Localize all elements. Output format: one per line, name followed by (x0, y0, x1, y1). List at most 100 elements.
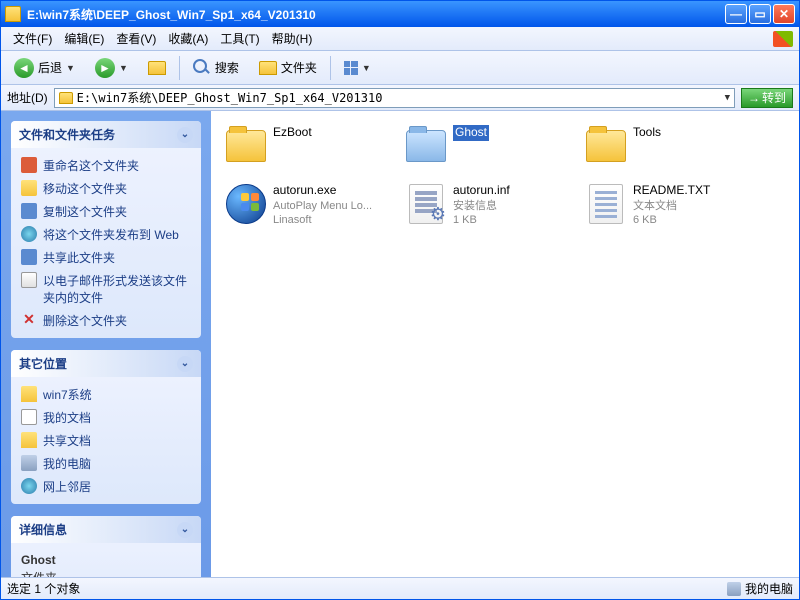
item-sub: Linasoft (273, 213, 372, 227)
place-parent[interactable]: win7系统 (21, 383, 191, 406)
menu-view[interactable]: 查看(V) (110, 28, 162, 49)
minimize-button[interactable]: — (725, 4, 747, 24)
menu-file[interactable]: 文件(F) (7, 28, 58, 49)
panel-title: 文件和文件夹任务 (19, 126, 115, 143)
documents-icon (21, 409, 37, 425)
task-move[interactable]: 移动这个文件夹 (21, 177, 191, 200)
rename-icon (21, 157, 37, 173)
place-label: 我的电脑 (43, 455, 91, 472)
chevron-down-icon: ▼ (119, 63, 128, 73)
task-publish-web[interactable]: 将这个文件夹发布到 Web (21, 223, 191, 246)
task-label: 将这个文件夹发布到 Web (43, 226, 179, 243)
place-label: 我的文档 (43, 409, 91, 426)
tasks-panel-header[interactable]: 文件和文件夹任务 ⌄ (11, 121, 201, 148)
detail-name: Ghost (21, 551, 191, 569)
back-label: 后退 (38, 59, 62, 76)
separator (179, 56, 180, 80)
place-network[interactable]: 网上邻居 (21, 475, 191, 498)
file-item[interactable]: EzBoot (223, 123, 403, 181)
file-item[interactable]: Ghost (403, 123, 583, 181)
menu-help[interactable]: 帮助(H) (266, 28, 319, 49)
exe-icon (225, 183, 267, 225)
chevron-down-icon: ▼ (66, 63, 75, 73)
file-item[interactable]: README.TXT文本文档6 KB (583, 181, 763, 239)
address-label: 地址(D) (7, 89, 48, 106)
sidebar: 文件和文件夹任务 ⌄ 重命名这个文件夹 移动这个文件夹 复制这个文件夹 将这个文… (1, 111, 211, 577)
details-panel-header[interactable]: 详细信息 ⌄ (11, 516, 201, 543)
item-sub: AutoPlay Menu Lo... (273, 199, 372, 213)
item-text: README.TXT文本文档6 KB (633, 183, 710, 227)
item-name: README.TXT (633, 183, 710, 199)
search-icon (193, 59, 211, 77)
folder-icon (21, 432, 37, 448)
text-file-icon (585, 183, 627, 225)
menu-edit[interactable]: 编辑(E) (58, 28, 110, 49)
collapse-icon: ⌄ (177, 356, 193, 372)
forward-button[interactable]: ► ▼ (88, 54, 135, 82)
computer-icon (21, 455, 37, 471)
search-label: 搜索 (215, 59, 239, 76)
network-icon (21, 478, 37, 494)
mail-icon (21, 272, 37, 288)
back-button[interactable]: ◄ 后退 ▼ (7, 54, 82, 82)
back-icon: ◄ (14, 58, 34, 78)
search-button[interactable]: 搜索 (186, 55, 246, 81)
forward-icon: ► (95, 58, 115, 78)
maximize-button[interactable]: ▭ (749, 4, 771, 24)
folder-up-icon (148, 61, 166, 75)
place-label: 网上邻居 (43, 478, 91, 495)
address-input[interactable]: E:\win7系统\DEEP_Ghost_Win7_Sp1_x64_V20131… (54, 88, 735, 108)
task-label: 以电子邮件形式发送该文件夹内的文件 (43, 272, 191, 306)
task-rename[interactable]: 重命名这个文件夹 (21, 154, 191, 177)
item-sub: 文本文档 (633, 199, 710, 213)
item-name: EzBoot (273, 125, 312, 141)
up-button[interactable] (141, 57, 173, 79)
collapse-icon: ⌄ (177, 522, 193, 538)
file-item[interactable]: autorun.exeAutoPlay Menu Lo...Linasoft (223, 181, 403, 239)
task-email[interactable]: 以电子邮件形式发送该文件夹内的文件 (21, 269, 191, 309)
separator (330, 56, 331, 80)
place-mydocs[interactable]: 我的文档 (21, 406, 191, 429)
folders-button[interactable]: 文件夹 (252, 55, 324, 80)
file-view[interactable]: EzBoot Ghost Tools autorun.exeAutoPlay Menu… (211, 111, 799, 577)
settings-file-icon (405, 183, 447, 225)
address-bar: 地址(D) E:\win7系统\DEEP_Ghost_Win7_Sp1_x64_… (1, 85, 799, 111)
panel-title: 详细信息 (19, 521, 67, 538)
panel-title: 其它位置 (19, 355, 67, 372)
item-text: Ghost (453, 125, 489, 141)
place-mycomputer[interactable]: 我的电脑 (21, 452, 191, 475)
item-name: autorun.inf (453, 183, 510, 199)
places-panel-header[interactable]: 其它位置 ⌄ (11, 350, 201, 377)
chevron-down-icon[interactable]: ▼ (725, 93, 730, 103)
file-item[interactable]: autorun.inf安装信息1 KB (403, 181, 583, 239)
menu-tools[interactable]: 工具(T) (214, 28, 265, 49)
folder-icon (59, 92, 73, 104)
file-item[interactable]: Tools (583, 123, 763, 181)
window-title: E:\win7系统\DEEP_Ghost_Win7_Sp1_x64_V20131… (27, 6, 725, 23)
titlebar[interactable]: E:\win7系统\DEEP_Ghost_Win7_Sp1_x64_V20131… (1, 1, 799, 27)
computer-icon (727, 582, 741, 596)
task-copy[interactable]: 复制这个文件夹 (21, 200, 191, 223)
toolbar: ◄ 后退 ▼ ► ▼ 搜索 文件夹 ▼ (1, 51, 799, 85)
item-text: autorun.inf安装信息1 KB (453, 183, 510, 227)
item-sub: 6 KB (633, 213, 710, 227)
details-panel: 详细信息 ⌄ Ghost 文件夹 修改日期: 2012年4月30日, 15:16 (11, 516, 201, 577)
folder-icon (259, 61, 277, 75)
task-share[interactable]: 共享此文件夹 (21, 246, 191, 269)
close-button[interactable]: ✕ (773, 4, 795, 24)
task-label: 复制这个文件夹 (43, 203, 127, 220)
status-location: 我的电脑 (745, 580, 793, 597)
task-label: 删除这个文件夹 (43, 312, 127, 329)
views-button[interactable]: ▼ (337, 57, 378, 79)
move-icon (21, 180, 37, 196)
tasks-panel: 文件和文件夹任务 ⌄ 重命名这个文件夹 移动这个文件夹 复制这个文件夹 将这个文… (11, 121, 201, 338)
folder-open-icon (405, 125, 447, 167)
folder-icon (585, 125, 627, 167)
place-shareddocs[interactable]: 共享文档 (21, 429, 191, 452)
views-icon (344, 61, 358, 75)
address-path: E:\win7系统\DEEP_Ghost_Win7_Sp1_x64_V20131… (77, 89, 383, 106)
menu-favorites[interactable]: 收藏(A) (162, 28, 214, 49)
task-delete[interactable]: ✕删除这个文件夹 (21, 309, 191, 332)
status-text: 选定 1 个对象 (7, 580, 80, 597)
go-button[interactable]: → 转到 (741, 88, 793, 108)
